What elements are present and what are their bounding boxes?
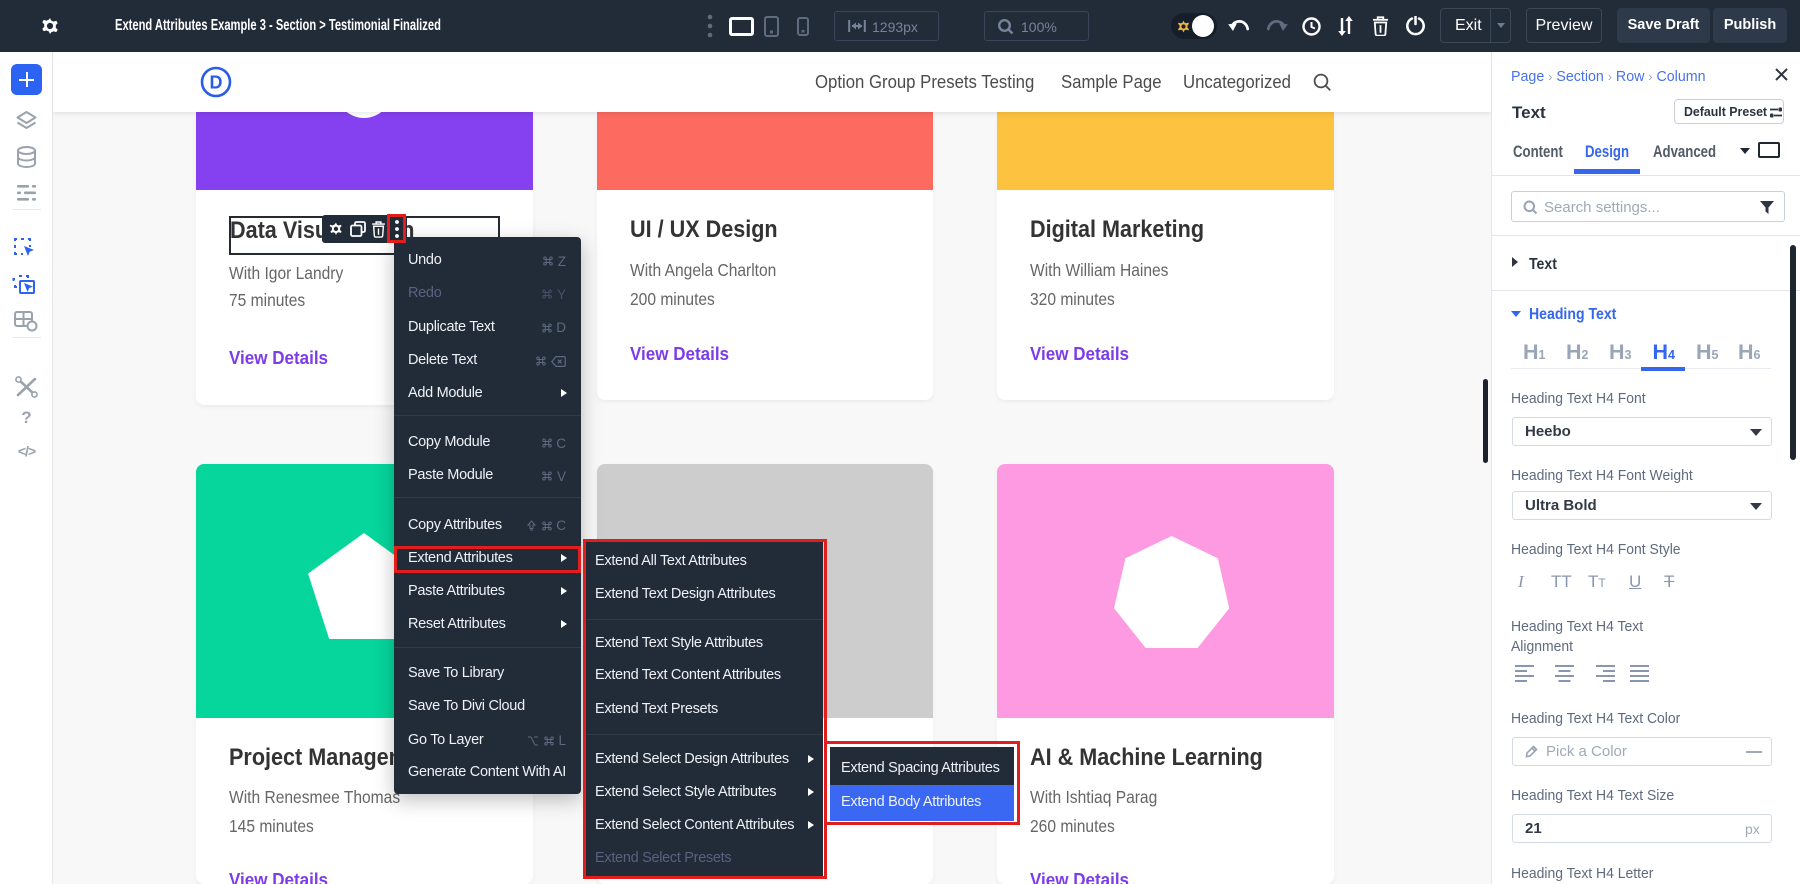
svg-text:D: D: [210, 73, 223, 93]
